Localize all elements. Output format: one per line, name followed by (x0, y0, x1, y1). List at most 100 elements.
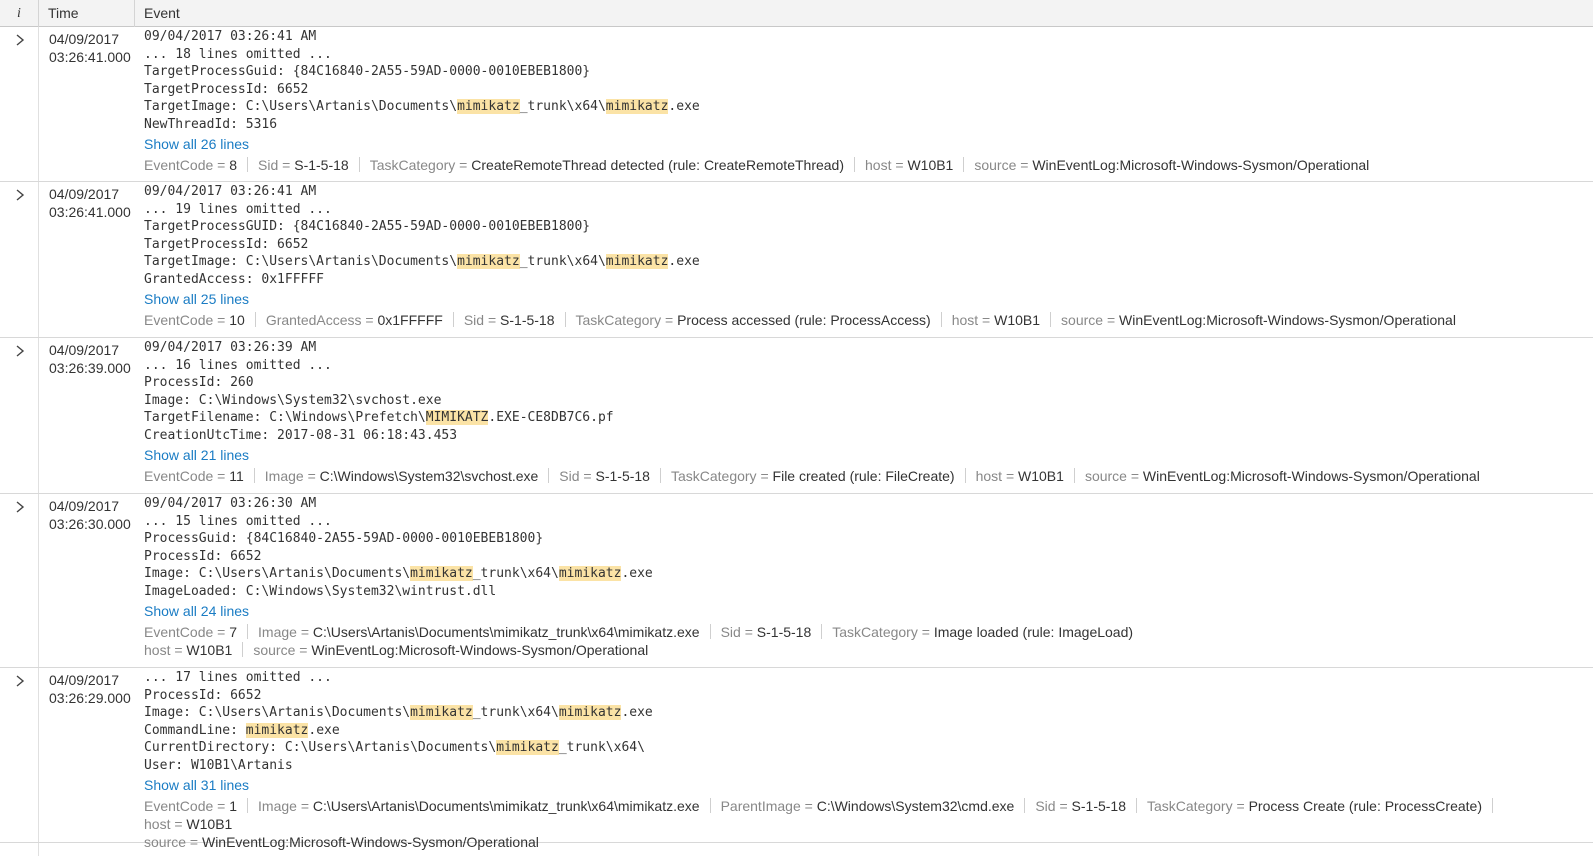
results-table-header: i Time Event (0, 0, 1593, 27)
event-raw-text: 09/04/2017 03:26:41 AM ... 19 lines omitt… (144, 183, 1584, 329)
event-field[interactable]: EventCode = 8 (144, 156, 237, 174)
field-value[interactable]: S-1-5-18 (294, 157, 348, 173)
event-field[interactable]: Image = C:\Users\Artanis\Documents\mimik… (258, 623, 700, 641)
expand-row-chevron-icon[interactable] (0, 182, 39, 208)
field-value[interactable]: S-1-5-18 (596, 468, 650, 484)
event-text-segment: ... 18 lines omitted ... (144, 46, 332, 62)
field-value[interactable]: 1 (229, 798, 237, 814)
field-name: EventCode = (144, 156, 230, 173)
event-line: ... 17 lines omitted ... (144, 669, 1584, 687)
field-separator (358, 156, 360, 172)
field-value[interactable]: C:\Users\Artanis\Documents\mimikatz_trun… (313, 624, 700, 640)
field-value[interactable]: Process Create (rule: ProcessCreate) (1249, 798, 1482, 814)
event-field[interactable]: EventCode = 1 (144, 797, 237, 815)
field-name: Sid = (1035, 797, 1072, 814)
event-field[interactable]: source = WinEventLog:Microsoft-Windows-S… (974, 156, 1369, 174)
expand-row-chevron-icon[interactable] (0, 338, 39, 364)
field-value[interactable]: CreateRemoteThread detected (rule: Creat… (471, 157, 844, 173)
event-field[interactable]: Image = C:\Windows\System32\svchost.exe (265, 467, 539, 485)
event-raw-text: 09/04/2017 03:26:39 AM ... 16 lines omitt… (144, 339, 1584, 485)
info-column-header[interactable]: i (0, 0, 39, 27)
event-field[interactable]: ParentImage = C:\Windows\System32\cmd.ex… (721, 797, 1015, 815)
event-field[interactable]: host = W10B1 (865, 156, 953, 174)
event-fields: EventCode = 7 Image = C:\Users\Artanis\Do… (144, 623, 1584, 659)
field-value[interactable]: WinEventLog:Microsoft-Windows-Sysmon/Ope… (202, 834, 539, 850)
event-timestamp[interactable]: 04/09/2017 03:26:29.000 (49, 671, 131, 707)
field-value[interactable]: W10B1 (994, 312, 1040, 328)
field-value[interactable]: C:\Windows\System32\cmd.exe (817, 798, 1015, 814)
event-column-header[interactable]: Event (135, 0, 180, 27)
field-name: host = (144, 815, 187, 832)
field-name: Sid = (258, 156, 295, 173)
field-value[interactable]: WinEventLog:Microsoft-Windows-Sysmon/Ope… (1143, 468, 1480, 484)
field-name: Sid = (559, 467, 596, 484)
event-field[interactable]: source = WinEventLog:Microsoft-Windows-S… (144, 833, 539, 851)
field-value[interactable]: S-1-5-18 (1072, 798, 1126, 814)
show-all-lines-link[interactable]: Show all 24 lines (144, 601, 249, 621)
event-field[interactable]: Sid = S-1-5-18 (1035, 797, 1126, 815)
field-value[interactable]: 8 (229, 157, 237, 173)
field-value[interactable]: W10B1 (186, 642, 232, 658)
event-field[interactable]: Image = C:\Users\Artanis\Documents\mimik… (258, 797, 700, 815)
show-all-lines-link[interactable]: Show all 26 lines (144, 134, 249, 154)
field-name: TaskCategory = (1147, 797, 1249, 814)
event-text-segment: .exe (621, 705, 653, 721)
field-value[interactable]: WinEventLog:Microsoft-Windows-Sysmon/Ope… (311, 642, 648, 658)
event-field[interactable]: TaskCategory = Image loaded (rule: Image… (832, 623, 1133, 641)
show-all-lines-link[interactable]: Show all 25 lines (144, 289, 249, 309)
field-name: source = (974, 156, 1033, 173)
search-highlight: mimikatz (496, 740, 559, 756)
event-field[interactable]: Sid = S-1-5-18 (258, 156, 349, 174)
event-field[interactable]: source = WinEventLog:Microsoft-Windows-S… (1061, 311, 1456, 329)
search-highlight: mimikatz (558, 705, 622, 721)
event-field[interactable]: TaskCategory = CreateRemoteThread detect… (370, 156, 844, 174)
field-value[interactable]: 7 (229, 624, 237, 640)
event-field[interactable]: TaskCategory = Process accessed (rule: P… (576, 311, 931, 329)
expand-row-chevron-icon[interactable] (0, 494, 39, 520)
field-value[interactable]: Image loaded (rule: ImageLoad) (934, 624, 1133, 640)
expand-row-chevron-icon[interactable] (0, 668, 39, 694)
field-value[interactable]: S-1-5-18 (757, 624, 811, 640)
expand-row-chevron-icon[interactable] (0, 27, 39, 53)
event-field[interactable]: host = W10B1 (144, 815, 232, 833)
event-field[interactable]: source = WinEventLog:Microsoft-Windows-S… (253, 641, 648, 659)
field-value[interactable]: W10B1 (907, 157, 953, 173)
time-column-header[interactable]: Time (39, 0, 135, 27)
event-field[interactable]: EventCode = 11 (144, 467, 244, 485)
event-field[interactable]: host = W10B1 (952, 311, 1040, 329)
event-field[interactable]: host = W10B1 (976, 467, 1064, 485)
field-value[interactable]: 10 (229, 312, 245, 328)
event-field[interactable]: GrantedAccess = 0x1FFFFF (266, 311, 443, 329)
show-all-lines-link[interactable]: Show all 21 lines (144, 445, 249, 465)
field-value[interactable]: Process accessed (rule: ProcessAccess) (677, 312, 931, 328)
event-line: Image: C:\Windows\System32\svchost.exe (144, 392, 1584, 410)
event-timestamp[interactable]: 04/09/2017 03:26:39.000 (49, 341, 131, 377)
event-timestamp[interactable]: 04/09/2017 03:26:41.000 (49, 185, 131, 221)
event-text-segment: Image: C:\Windows\System32\svchost.exe (144, 392, 442, 408)
field-value[interactable]: W10B1 (186, 816, 232, 832)
event-field[interactable]: host = W10B1 (144, 641, 232, 659)
event-field[interactable]: Sid = S-1-5-18 (721, 623, 812, 641)
event-timestamp[interactable]: 04/09/2017 03:26:41.000 (49, 30, 131, 66)
event-field[interactable]: TaskCategory = File created (rule: FileC… (671, 467, 955, 485)
field-value[interactable]: File created (rule: FileCreate) (773, 468, 955, 484)
field-value[interactable]: C:\Windows\System32\svchost.exe (320, 468, 539, 484)
event-field[interactable]: Sid = S-1-5-18 (559, 467, 650, 485)
field-value[interactable]: 11 (229, 468, 244, 484)
field-value[interactable]: WinEventLog:Microsoft-Windows-Sysmon/Ope… (1032, 157, 1369, 173)
field-value[interactable]: 0x1FFFFF (377, 312, 442, 328)
event-field[interactable]: EventCode = 10 (144, 311, 245, 329)
field-value[interactable]: WinEventLog:Microsoft-Windows-Sysmon/Ope… (1119, 312, 1456, 328)
event-field[interactable]: Sid = S-1-5-18 (464, 311, 555, 329)
event-text-segment: _trunk\x64\ (472, 705, 559, 721)
event-field[interactable]: source = WinEventLog:Microsoft-Windows-S… (1085, 467, 1480, 485)
event-field[interactable]: EventCode = 7 (144, 623, 237, 641)
event-timestamp[interactable]: 04/09/2017 03:26:30.000 (49, 497, 131, 533)
field-value[interactable]: C:\Users\Artanis\Documents\mimikatz_trun… (313, 798, 700, 814)
event-field[interactable]: TaskCategory = Process Create (rule: Pro… (1147, 797, 1482, 815)
event-line: NewThreadId: 5316 (144, 116, 1584, 134)
field-value[interactable]: S-1-5-18 (500, 312, 554, 328)
show-all-lines-link[interactable]: Show all 31 lines (144, 775, 249, 795)
field-name: ParentImage = (720, 797, 817, 814)
field-value[interactable]: W10B1 (1018, 468, 1064, 484)
